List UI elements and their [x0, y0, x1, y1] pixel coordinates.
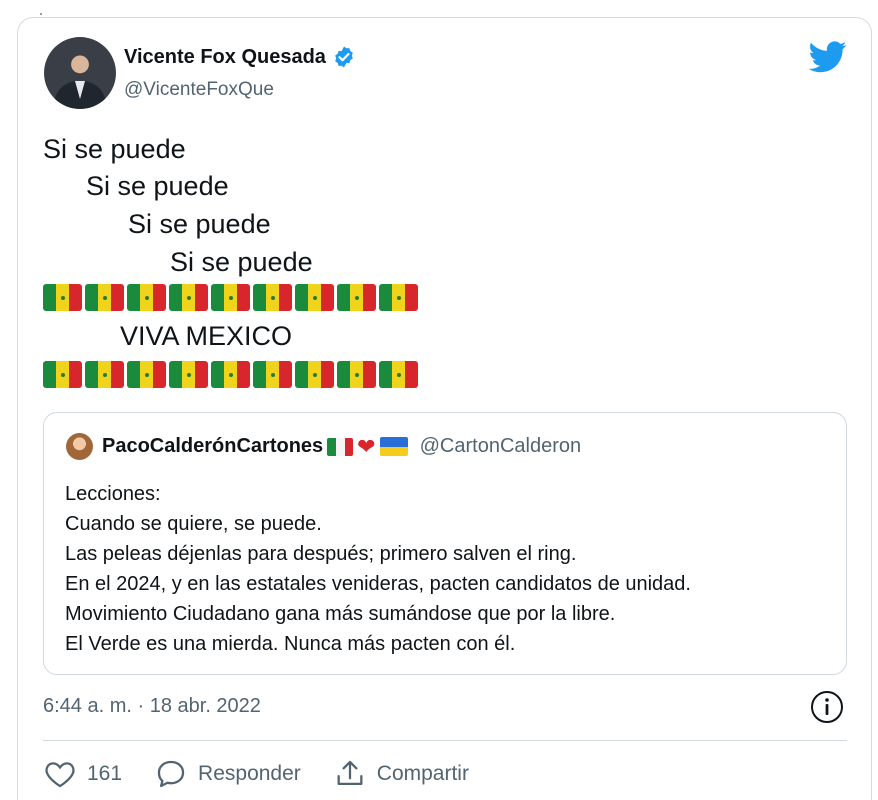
flag-emoji — [337, 284, 376, 311]
flag-emoji-row — [43, 361, 418, 388]
tweet-text-line: Si se puede — [170, 247, 313, 277]
share-button[interactable]: Compartir — [333, 757, 469, 791]
quoted-text-line: Movimiento Ciudadano gana más sumándose … — [65, 603, 616, 625]
likes-count: 161 — [87, 762, 123, 785]
flag-emoji — [85, 361, 124, 388]
quoted-author-row: PacoCalderónCartones ❤ @CartonCalderon — [102, 435, 581, 458]
flag-emoji — [43, 361, 82, 388]
tweet-text-line: Si se puede — [86, 171, 229, 201]
flag-emoji — [85, 284, 124, 311]
red-heart-icon: ❤ — [357, 433, 376, 459]
flag-emoji — [169, 284, 208, 311]
reply-button[interactable]: Responder — [154, 757, 301, 791]
flag-emoji-row — [43, 284, 418, 311]
quoted-author-avatar[interactable] — [66, 433, 93, 460]
quoted-text-line: Lecciones: — [65, 483, 161, 505]
flag-emoji — [127, 284, 166, 311]
stray-dot — [40, 13, 42, 15]
tweet-shout: VIVA MEXICO — [120, 321, 293, 351]
flag-emoji — [211, 361, 250, 388]
flag-emoji — [169, 361, 208, 388]
author-name-row: Vicente Fox Quesada — [124, 45, 356, 69]
flag-emoji — [337, 361, 376, 388]
author-avatar[interactable] — [44, 37, 116, 109]
quoted-author-name[interactable]: PacoCalderónCartones — [102, 435, 323, 458]
ukraine-flag-icon — [379, 437, 408, 456]
heart-icon — [45, 762, 75, 788]
flag-emoji — [295, 361, 334, 388]
flag-emoji — [211, 284, 250, 311]
info-icon[interactable] — [809, 689, 845, 725]
flag-emoji — [43, 284, 82, 311]
flag-emoji — [379, 284, 418, 311]
share-upload-icon — [337, 760, 363, 786]
quoted-text-line: Las peleas déjenlas para después; primer… — [65, 543, 577, 565]
divider — [43, 740, 847, 741]
speech-bubble-icon — [157, 760, 185, 788]
tweet-actions: 161 Responder Compartir — [43, 752, 501, 796]
quoted-text-line: El Verde es una mierda. Nunca más pacten… — [65, 633, 516, 655]
flag-emoji — [127, 361, 166, 388]
flag-emoji — [253, 284, 292, 311]
author-handle[interactable]: @VicenteFoxQue — [124, 79, 274, 101]
quoted-author-handle[interactable]: @CartonCalderon — [420, 435, 582, 458]
flag-emoji — [253, 361, 292, 388]
quoted-tweet-text: Lecciones: Cuando se quiere, se puede. L… — [65, 479, 691, 659]
quoted-tweet[interactable]: PacoCalderónCartones ❤ @CartonCalderon L… — [43, 412, 847, 675]
quoted-text-line: En el 2024, y en las estatales venideras… — [65, 573, 691, 595]
flag-emoji — [295, 284, 334, 311]
author-display-name[interactable]: Vicente Fox Quesada — [124, 46, 326, 69]
tweet-text-line: Si se puede — [43, 134, 186, 164]
reply-label: Responder — [198, 762, 301, 785]
quoted-text-line: Cuando se quiere, se puede. — [65, 513, 322, 535]
like-button[interactable]: 161 — [43, 757, 122, 791]
tweet-timestamp[interactable]: 6:44 a. m. · 18 abr. 2022 — [43, 695, 261, 718]
verified-badge-icon — [335, 46, 353, 68]
flag-emoji — [379, 361, 418, 388]
share-label: Compartir — [376, 762, 469, 785]
mexico-flag-icon — [327, 437, 354, 456]
tweet-text-line: Si se puede — [128, 209, 271, 239]
tweet-card: Vicente Fox Quesada @VicenteFoxQue Si se… — [17, 17, 872, 800]
twitter-bird-icon[interactable] — [809, 41, 847, 73]
